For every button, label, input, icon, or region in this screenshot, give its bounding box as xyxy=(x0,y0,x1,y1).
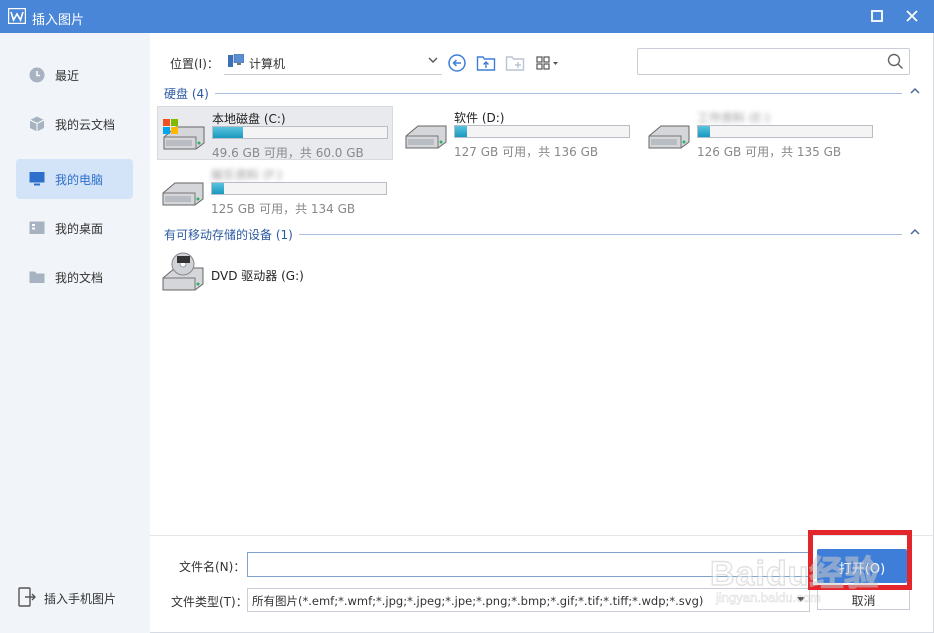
folder-icon xyxy=(29,271,45,283)
chevron-down-icon xyxy=(797,597,805,602)
windows-drive-icon xyxy=(163,119,205,150)
location-value: 计算机 xyxy=(249,57,286,71)
sidebar-item-my-computer[interactable]: 我的电脑 xyxy=(16,159,133,199)
search-input[interactable] xyxy=(642,52,877,71)
drive-usage-bar xyxy=(454,125,630,138)
drive-info: 126 GB 可用，共 135 GB xyxy=(697,145,842,159)
section-title: 硬盘 (4) xyxy=(164,85,215,102)
footer-divider xyxy=(150,535,934,536)
drive-name: 本地磁盘 (C:) xyxy=(212,112,286,126)
filetype-dropdown[interactable]: 所有图片(*.emf;*.wmf;*.jpg;*.jpeg;*.jpe;*.pn… xyxy=(247,588,810,612)
filename-field[interactable] xyxy=(247,552,810,577)
maximize-button[interactable] xyxy=(867,6,887,26)
filetype-value: 所有图片(*.emf;*.wmf;*.jpg;*.jpeg;*.jpe;*.pn… xyxy=(252,594,704,608)
filename-input[interactable] xyxy=(251,556,791,573)
drive-usage-fill xyxy=(698,126,711,137)
sidebar-item-label: 最近 xyxy=(55,69,80,83)
sidebar: 最近 我的云文档 我的电脑 我的桌面 我的文档 xyxy=(0,33,150,633)
filetype-label: 文件类型(T)： xyxy=(171,595,248,609)
collapse-up-icon[interactable] xyxy=(910,228,920,236)
sidebar-item-label: 我的文档 xyxy=(55,271,104,285)
filename-label: 文件名(N)： xyxy=(179,560,246,574)
open-button-label: 打开(O) xyxy=(838,562,886,577)
title-bar: 插入图片 xyxy=(0,0,934,33)
insert-mobile-image-button[interactable]: 插入手机图片 xyxy=(16,584,146,610)
drive-usage-bar xyxy=(697,125,873,138)
drive-info: 125 GB 可用，共 134 GB xyxy=(211,202,356,216)
dvd-drive-icon xyxy=(162,252,204,291)
sidebar-item-cloud-docs[interactable]: 我的云文档 xyxy=(16,104,133,144)
drive-f[interactable]: 娱乐资料 (F:) 125 GB 可用，共 134 GB xyxy=(157,163,393,217)
sidebar-item-recent[interactable]: 最近 xyxy=(16,55,133,95)
sidebar-item-label: 我的桌面 xyxy=(55,222,104,236)
sidebar-item-my-documents[interactable]: 我的文档 xyxy=(16,257,133,297)
view-mode-icon[interactable] xyxy=(535,53,563,73)
wps-logo-icon xyxy=(8,8,26,24)
drive-d[interactable]: 软件 (D:) 127 GB 可用，共 136 GB xyxy=(400,106,636,160)
computer-icon xyxy=(228,54,244,67)
drive-info: 127 GB 可用，共 136 GB xyxy=(454,145,599,159)
drive-usage-fill xyxy=(213,127,243,138)
cancel-button[interactable]: 取消 xyxy=(817,588,910,610)
drive-usage-fill xyxy=(455,126,468,137)
search-icon[interactable] xyxy=(887,53,904,70)
back-icon[interactable] xyxy=(447,53,467,73)
section-divider xyxy=(164,93,902,94)
collapse-up-icon[interactable] xyxy=(910,87,920,95)
hard-drive-icon xyxy=(648,125,690,149)
drive-name: 娱乐资料 (F:) xyxy=(211,168,283,182)
hard-drive-icon xyxy=(405,125,447,149)
drive-e[interactable]: 工作资料 (E:) 126 GB 可用，共 135 GB xyxy=(643,106,879,160)
sidebar-item-my-desktop[interactable]: 我的桌面 xyxy=(16,208,133,248)
cloud-cube-icon xyxy=(29,116,45,132)
chevron-down-icon xyxy=(428,57,438,63)
section-title: 有可移动存储的设备 (1) xyxy=(164,226,299,243)
drive-dvd[interactable]: DVD 驱动器 (G:) xyxy=(157,249,393,303)
drive-name: DVD 驱动器 (G:) xyxy=(211,269,304,283)
monitor-icon xyxy=(29,172,45,186)
drive-usage-bar xyxy=(211,182,387,195)
export-phone-icon xyxy=(18,587,36,607)
section-removable-storage: 有可移动存储的设备 (1) xyxy=(164,226,920,243)
new-folder-icon[interactable] xyxy=(505,53,525,73)
location-label: 位置(I)： xyxy=(170,57,219,71)
search-box[interactable] xyxy=(637,48,910,75)
close-button[interactable] xyxy=(902,6,922,26)
drive-usage-fill xyxy=(212,183,225,194)
cancel-button-label: 取消 xyxy=(851,594,876,608)
parent-folder-icon[interactable] xyxy=(476,53,496,73)
drive-usage-bar xyxy=(212,126,388,139)
open-button[interactable]: 打开(O) xyxy=(817,549,907,583)
close-icon xyxy=(906,10,918,22)
location-dropdown[interactable]: 计算机 xyxy=(224,49,442,75)
drive-name: 工作资料 (E:) xyxy=(697,111,770,125)
sidebar-item-label: 我的电脑 xyxy=(55,173,104,187)
clock-icon xyxy=(29,67,45,83)
hard-drive-icon xyxy=(162,182,204,206)
drive-c[interactable]: 本地磁盘 (C:) 49.6 GB 可用，共 60.0 GB xyxy=(157,106,393,160)
sidebar-item-label: 我的云文档 xyxy=(55,118,116,132)
insert-mobile-image-label: 插入手机图片 xyxy=(44,592,117,606)
drive-name: 软件 (D:) xyxy=(454,111,505,125)
maximize-icon xyxy=(871,10,883,22)
desktop-icon xyxy=(29,221,45,234)
window-title: 插入图片 xyxy=(32,13,85,28)
drive-info: 49.6 GB 可用，共 60.0 GB xyxy=(212,146,364,160)
section-hard-disks: 硬盘 (4) xyxy=(164,85,920,102)
